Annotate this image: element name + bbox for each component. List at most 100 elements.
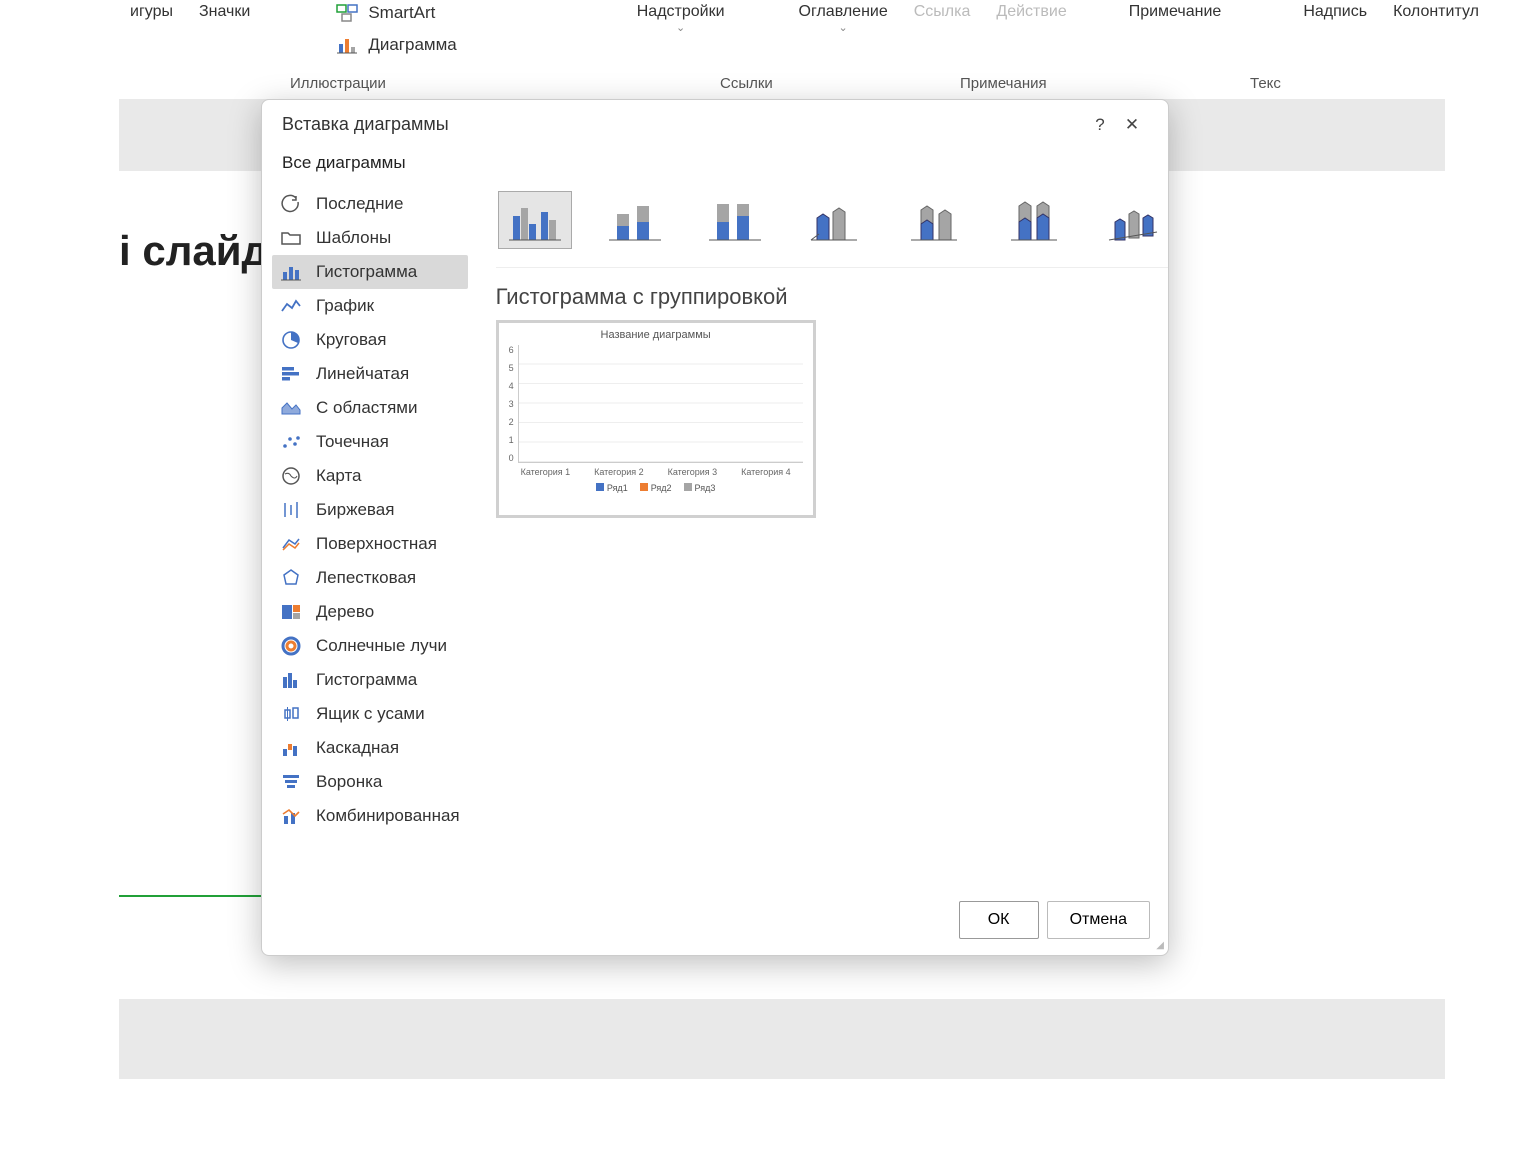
- group-label: Текс: [1250, 75, 1281, 92]
- sidebar-item-recent[interactable]: Последние: [272, 187, 468, 221]
- sidebar-item-stock[interactable]: Биржевая: [272, 493, 468, 527]
- chart-category-list: Последние Шаблоны Гистограмма График Кру…: [262, 185, 478, 887]
- 3d-percent-stacked-column-icon: [1007, 198, 1063, 242]
- bar-chart-icon: [280, 363, 302, 385]
- sidebar-item-scatter[interactable]: Точечная: [272, 425, 468, 459]
- sidebar-item-label: Гистограмма: [316, 670, 417, 690]
- preview-x-axis: Категория 1Категория 2Категория 3Категор…: [509, 467, 803, 477]
- chevron-down-icon: ⌄: [676, 21, 685, 34]
- sidebar-item-label: Гистограмма: [316, 262, 417, 282]
- preview-y-axis: 6543210: [509, 345, 518, 463]
- ribbon-label: Оглавление: [799, 3, 888, 21]
- dialog-footer: ОК Отмена: [262, 887, 1168, 955]
- chart-subtype-title: Гистограмма с группировкой: [496, 268, 1168, 320]
- ribbon-label: игуры: [130, 3, 173, 21]
- sidebar-item-label: Лепестковая: [316, 568, 416, 588]
- preview-bars: [518, 345, 803, 463]
- ribbon-comment[interactable]: Примечание: [1119, 0, 1232, 24]
- smartart-icon: [336, 4, 358, 22]
- stacked-column-icon: [607, 198, 663, 242]
- group-label: Иллюстрации: [290, 75, 386, 92]
- ribbon-textbox[interactable]: Надпись: [1293, 0, 1377, 24]
- chart-subtype-row: [496, 187, 1168, 268]
- ribbon-action: Действие: [986, 0, 1076, 24]
- ribbon-label: SmartArt: [368, 3, 435, 23]
- stock-chart-icon: [280, 499, 302, 521]
- ribbon-headerfooter[interactable]: Колонтитул: [1383, 0, 1489, 24]
- sidebar-item-map[interactable]: Карта: [272, 459, 468, 493]
- group-label: Ссылки: [720, 75, 773, 92]
- funnel-icon: [280, 771, 302, 793]
- preview-legend: Ряд1Ряд2Ряд3: [509, 483, 803, 493]
- ribbon-addins[interactable]: Надстройки⌄: [627, 0, 735, 37]
- sidebar-item-label: Точечная: [316, 432, 389, 452]
- sidebar-item-bar[interactable]: Линейчатая: [272, 357, 468, 391]
- cancel-button[interactable]: Отмена: [1047, 901, 1150, 939]
- sidebar-item-histogram[interactable]: Гистограмма: [272, 663, 468, 697]
- button-label: ОК: [988, 911, 1010, 928]
- ribbon-group-labels: Иллюстрации Ссылки Примечания Текс: [0, 75, 1540, 93]
- subtype-3d-column[interactable]: [1098, 191, 1168, 249]
- sidebar-item-label: С областями: [316, 398, 417, 418]
- sidebar-item-label: Карта: [316, 466, 362, 486]
- subtype-clustered-column[interactable]: [498, 191, 572, 249]
- dialog-main: Гистограмма с группировкой Название диаг…: [478, 185, 1168, 887]
- sidebar-item-column[interactable]: Гистограмма: [272, 255, 468, 289]
- sidebar-item-pie[interactable]: Круговая: [272, 323, 468, 357]
- help-button[interactable]: ?: [1084, 115, 1116, 135]
- sidebar-item-label: Биржевая: [316, 500, 394, 520]
- subtype-3d-stacked-column[interactable]: [898, 191, 972, 249]
- area-chart-icon: [280, 397, 302, 419]
- subtype-3d-percent-stacked-column[interactable]: [998, 191, 1072, 249]
- ribbon-label: Надпись: [1303, 3, 1367, 21]
- sidebar-item-label: Ящик с усами: [316, 704, 425, 724]
- ribbon-label: Надстройки: [637, 3, 725, 21]
- ribbon-icons[interactable]: Значки: [189, 0, 260, 24]
- 3d-stacked-column-icon: [907, 198, 963, 242]
- sidebar-item-label: Воронка: [316, 772, 382, 792]
- sidebar-item-combo[interactable]: Комбинированная: [272, 799, 468, 833]
- sidebar-item-boxwhisker[interactable]: Ящик с усами: [272, 697, 468, 731]
- sidebar-item-treemap[interactable]: Дерево: [272, 595, 468, 629]
- ribbon-toc[interactable]: Оглавление⌄: [789, 0, 898, 37]
- surface-chart-icon: [280, 533, 302, 555]
- chart-icon: [336, 36, 358, 54]
- sidebar-item-label: Комбинированная: [316, 806, 460, 826]
- sidebar-item-waterfall[interactable]: Каскадная: [272, 731, 468, 765]
- sidebar-item-templates[interactable]: Шаблоны: [272, 221, 468, 255]
- sidebar-item-funnel[interactable]: Воронка: [272, 765, 468, 799]
- sidebar-item-label: Шаблоны: [316, 228, 391, 248]
- insert-chart-dialog: Вставка диаграммы ? ✕ Все диаграммы Посл…: [261, 99, 1169, 956]
- sunburst-icon: [280, 635, 302, 657]
- ribbon-label: Значки: [199, 3, 250, 21]
- chevron-down-icon: ⌄: [839, 21, 848, 34]
- chart-preview[interactable]: Название диаграммы 6543210 Категория 1Ка…: [496, 320, 816, 518]
- preview-title: Название диаграммы: [509, 329, 803, 341]
- sidebar-item-surface[interactable]: Поверхностная: [272, 527, 468, 561]
- ribbon-label: Колонтитул: [1393, 3, 1479, 21]
- sidebar-item-label: Дерево: [316, 602, 374, 622]
- ribbon-smartart[interactable]: SmartArt: [328, 0, 464, 26]
- sidebar-item-area[interactable]: С областями: [272, 391, 468, 425]
- line-chart-icon: [280, 295, 302, 317]
- folder-icon: [280, 227, 302, 249]
- dialog-tab-all[interactable]: Все диаграммы: [262, 145, 1168, 185]
- 3d-column-icon: [1107, 198, 1163, 242]
- sidebar-item-radar[interactable]: Лепестковая: [272, 561, 468, 595]
- ribbon-shapes[interactable]: игуры: [120, 0, 183, 24]
- button-label: Отмена: [1070, 911, 1127, 928]
- sidebar-item-label: Солнечные лучи: [316, 636, 447, 656]
- ribbon-chart-button[interactable]: Диаграмма: [328, 32, 464, 58]
- sidebar-item-line[interactable]: График: [272, 289, 468, 323]
- subtype-percent-stacked-column[interactable]: [698, 191, 772, 249]
- map-icon: [280, 465, 302, 487]
- subtype-stacked-column[interactable]: [598, 191, 672, 249]
- ok-button[interactable]: ОК: [959, 901, 1039, 939]
- resize-grip-icon[interactable]: ◢: [1156, 940, 1164, 951]
- sidebar-item-sunburst[interactable]: Солнечные лучи: [272, 629, 468, 663]
- subtype-3d-clustered-column[interactable]: [798, 191, 872, 249]
- treemap-icon: [280, 601, 302, 623]
- sidebar-item-label: Круговая: [316, 330, 386, 350]
- close-button[interactable]: ✕: [1116, 115, 1148, 135]
- combo-chart-icon: [280, 805, 302, 827]
